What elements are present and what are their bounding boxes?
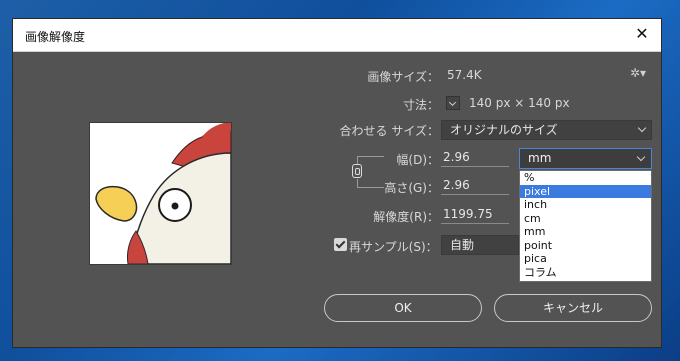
image-size-value: 57.4K xyxy=(447,68,482,82)
unit-option[interactable]: cm xyxy=(520,212,651,226)
unit-option[interactable]: point xyxy=(520,239,651,253)
dimensions-value: 140 px × 140 px xyxy=(469,96,570,110)
dimensions-menu-chevron-icon[interactable] xyxy=(446,96,460,110)
close-icon[interactable]: ✕ xyxy=(633,25,651,43)
dimensions-label: 寸法： xyxy=(402,98,439,112)
unit-option-highlighted[interactable]: pixel xyxy=(520,184,651,198)
chevron-down-icon xyxy=(637,123,647,133)
image-resolution-dialog: 画像解像度 ✕ 画像サイズ： 57.4K ✲▾ 寸法： 140 px × 140… xyxy=(12,18,662,348)
image-size-label: 画像サイズ： xyxy=(367,70,439,84)
resample-label: 再サンプル(S)： xyxy=(349,240,438,254)
gear-icon[interactable]: ✲▾ xyxy=(630,66,646,80)
ok-button[interactable]: OK xyxy=(324,294,482,322)
fit-to-selected: オリジナルのサイズ xyxy=(450,123,558,137)
resolution-input[interactable]: 1199.75 xyxy=(441,206,509,224)
image-preview xyxy=(89,122,232,265)
fit-to-select[interactable]: オリジナルのサイズ xyxy=(441,120,652,140)
width-input[interactable]: 2.96 xyxy=(441,149,509,167)
unit-selected: mm xyxy=(528,151,552,165)
cancel-button[interactable]: キャンセル xyxy=(494,294,652,322)
unit-option[interactable]: コラム xyxy=(520,266,651,280)
fit-to-label: 合わせる サイズ： xyxy=(339,124,439,138)
height-label: 高さ(G)： xyxy=(384,181,439,195)
resample-selected: 自動 xyxy=(450,238,475,252)
unit-option[interactable]: % xyxy=(520,171,651,185)
unit-option[interactable]: mm xyxy=(520,225,651,239)
title-bar: 画像解像度 ✕ xyxy=(13,19,661,52)
width-label: 幅(D)： xyxy=(396,153,439,167)
unit-dropdown-list: % pixel inch cm mm point pica コラム xyxy=(519,170,652,282)
dialog-title: 画像解像度 xyxy=(25,30,86,44)
resolution-label: 解像度(R)： xyxy=(373,210,439,224)
unit-select[interactable]: mm xyxy=(519,148,652,169)
resample-select[interactable]: 自動 xyxy=(441,235,519,255)
unit-option[interactable]: pica xyxy=(520,252,651,266)
resample-checkbox[interactable] xyxy=(334,238,347,251)
chicken-illustration xyxy=(90,123,231,264)
unit-option[interactable]: inch xyxy=(520,198,651,212)
chevron-down-icon xyxy=(636,152,646,162)
height-input[interactable]: 2.96 xyxy=(441,177,509,195)
